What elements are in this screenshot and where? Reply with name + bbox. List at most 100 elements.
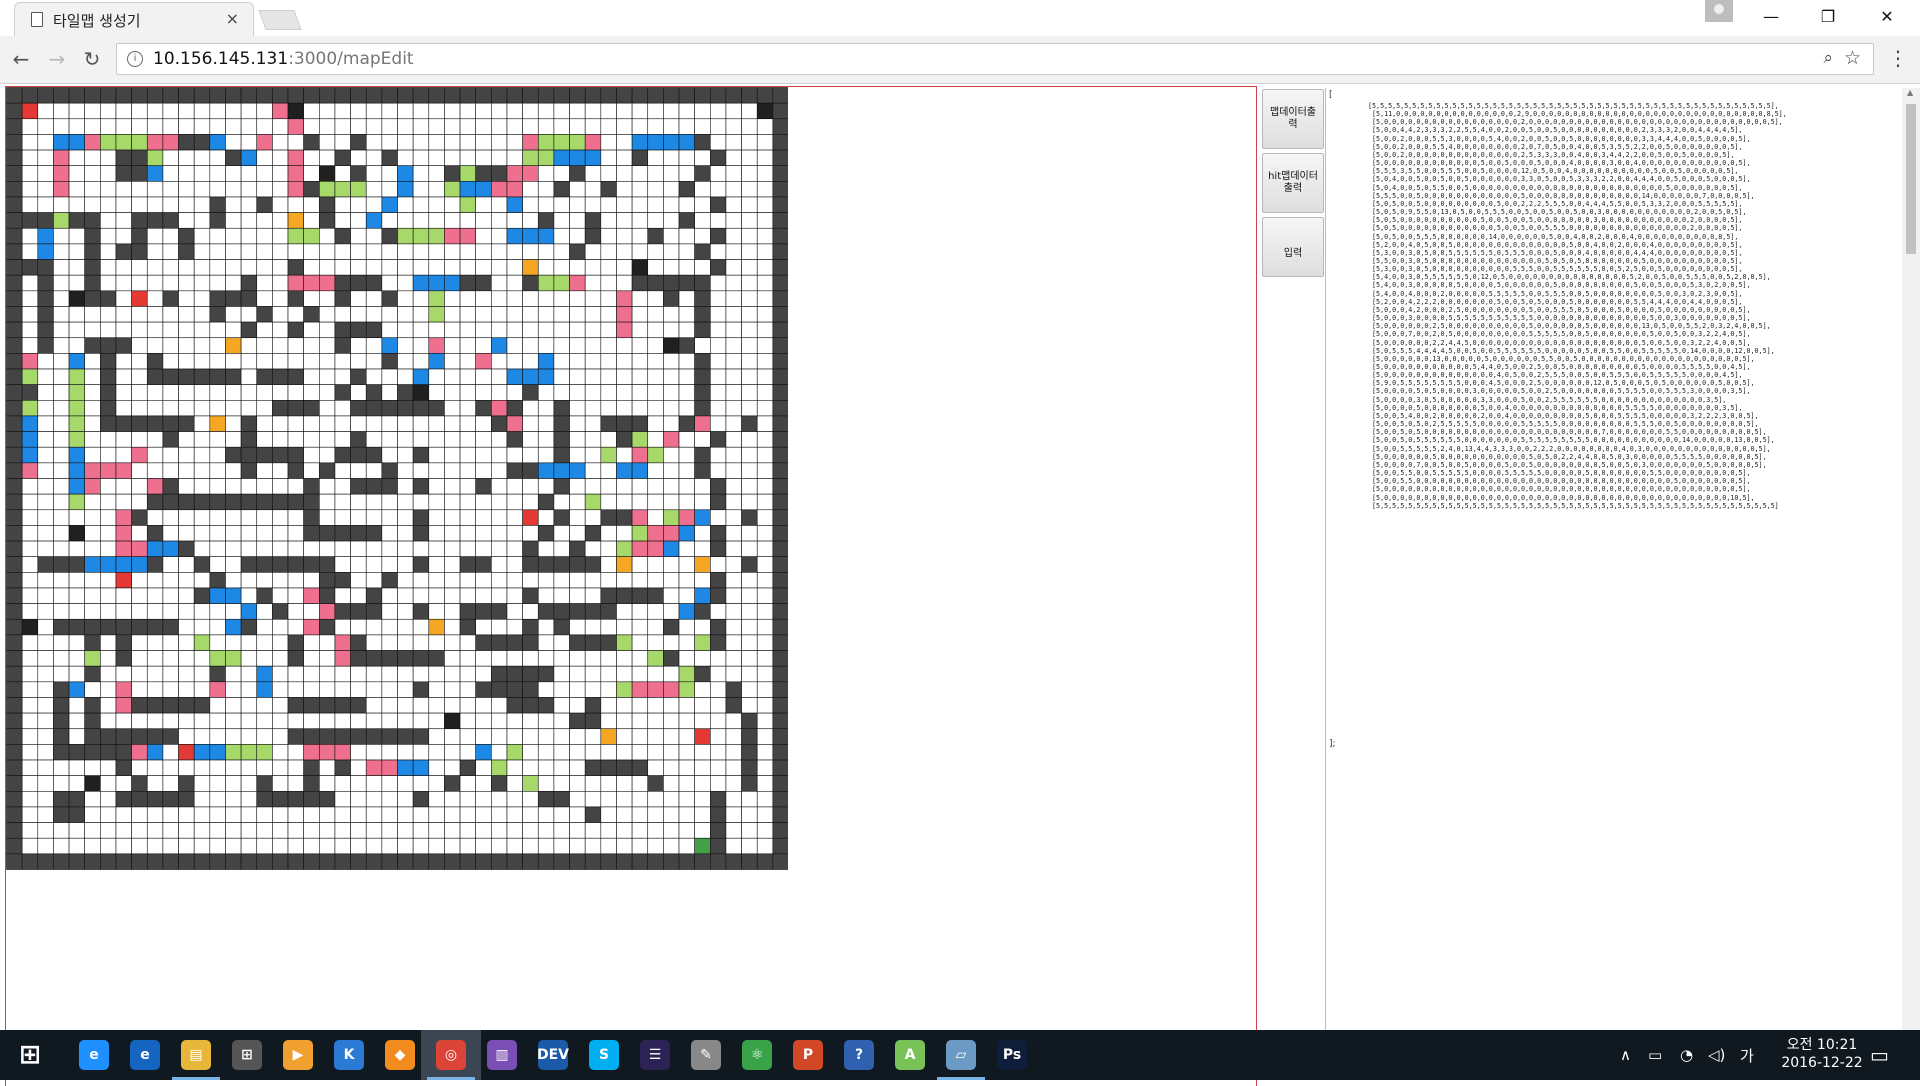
map-tile[interactable] bbox=[365, 525, 383, 542]
map-tile[interactable] bbox=[209, 321, 226, 339]
map-tile[interactable] bbox=[131, 790, 148, 808]
map-tile[interactable] bbox=[350, 806, 367, 823]
map-tile[interactable] bbox=[694, 196, 711, 213]
map-tile[interactable] bbox=[647, 243, 664, 260]
map-tile[interactable] bbox=[318, 259, 336, 276]
map-tile[interactable] bbox=[365, 259, 383, 276]
map-tile[interactable] bbox=[491, 368, 508, 385]
map-tile[interactable] bbox=[459, 603, 476, 620]
map-tile[interactable] bbox=[647, 712, 664, 730]
map-tile[interactable] bbox=[600, 681, 617, 698]
map-tile[interactable] bbox=[193, 618, 211, 636]
map-tile[interactable] bbox=[240, 399, 258, 417]
map-tile[interactable] bbox=[663, 306, 680, 323]
map-tile[interactable] bbox=[600, 446, 617, 464]
map-tile[interactable] bbox=[522, 259, 539, 276]
map-tile[interactable] bbox=[569, 274, 586, 292]
map-tile[interactable] bbox=[365, 415, 383, 432]
map-tile[interactable] bbox=[193, 337, 211, 354]
map-tile[interactable] bbox=[146, 509, 164, 526]
map-tile[interactable] bbox=[725, 134, 742, 151]
map-tile[interactable] bbox=[694, 665, 711, 683]
map-tile[interactable] bbox=[6, 634, 23, 651]
map-tile[interactable] bbox=[647, 462, 664, 479]
map-tile[interactable] bbox=[584, 744, 602, 761]
map-tile[interactable] bbox=[537, 493, 555, 511]
map-tile[interactable] bbox=[37, 134, 54, 151]
map-tile[interactable] bbox=[475, 712, 492, 730]
map-tile[interactable] bbox=[569, 697, 586, 714]
map-tile[interactable] bbox=[569, 853, 586, 870]
map-tile[interactable] bbox=[6, 618, 23, 636]
map-tile[interactable] bbox=[365, 759, 383, 776]
map-tile[interactable] bbox=[412, 431, 430, 448]
map-tile[interactable] bbox=[553, 431, 570, 448]
map-tile[interactable] bbox=[522, 837, 539, 855]
map-tile[interactable] bbox=[584, 306, 602, 323]
map-tile[interactable] bbox=[678, 181, 695, 198]
map-tile[interactable] bbox=[553, 478, 570, 495]
map-tile[interactable] bbox=[287, 118, 304, 135]
map-tile[interactable] bbox=[709, 618, 727, 636]
map-tile[interactable] bbox=[725, 525, 742, 542]
map-tile[interactable] bbox=[334, 697, 351, 714]
map-tile[interactable] bbox=[647, 259, 664, 276]
map-tile[interactable] bbox=[537, 744, 555, 761]
map-tile[interactable] bbox=[616, 321, 633, 339]
map-tile[interactable] bbox=[616, 603, 633, 620]
map-tile[interactable] bbox=[68, 759, 86, 776]
map-tile[interactable] bbox=[21, 587, 39, 604]
map-tile[interactable] bbox=[6, 227, 23, 245]
map-tile[interactable] bbox=[334, 775, 351, 792]
map-tile[interactable] bbox=[334, 243, 351, 260]
map-tile[interactable] bbox=[53, 165, 70, 182]
map-tile[interactable] bbox=[678, 681, 695, 698]
map-tile[interactable] bbox=[506, 290, 523, 307]
map-tile[interactable] bbox=[444, 134, 461, 151]
map-tile[interactable] bbox=[694, 212, 711, 229]
map-tile[interactable] bbox=[725, 744, 742, 761]
map-tile[interactable] bbox=[68, 353, 86, 370]
map-tile[interactable] bbox=[209, 587, 226, 604]
map-tile[interactable] bbox=[318, 572, 336, 589]
map-tile[interactable] bbox=[146, 806, 164, 823]
map-tile[interactable] bbox=[146, 243, 164, 260]
map-tile[interactable] bbox=[381, 837, 398, 855]
map-tile[interactable] bbox=[21, 259, 39, 276]
map-tile[interactable] bbox=[600, 181, 617, 198]
map-tile[interactable] bbox=[68, 650, 86, 667]
map-tile[interactable] bbox=[225, 587, 242, 604]
map-tile[interactable] bbox=[240, 525, 258, 542]
map-tile[interactable] bbox=[553, 759, 570, 776]
map-tile[interactable] bbox=[709, 118, 727, 135]
map-tile[interactable] bbox=[491, 603, 508, 620]
map-tile[interactable] bbox=[397, 321, 414, 339]
map-tile[interactable] bbox=[772, 759, 788, 776]
map-tile[interactable] bbox=[553, 806, 570, 823]
map-tile[interactable] bbox=[256, 556, 273, 573]
map-tile[interactable] bbox=[725, 728, 742, 745]
map-tile[interactable] bbox=[694, 572, 711, 589]
map-tile[interactable] bbox=[584, 134, 602, 151]
map-tile[interactable] bbox=[334, 806, 351, 823]
map-tile[interactable] bbox=[37, 509, 54, 526]
map-tile[interactable] bbox=[647, 540, 664, 557]
map-tile[interactable] bbox=[256, 650, 273, 667]
map-tile[interactable] bbox=[115, 431, 132, 448]
map-tile[interactable] bbox=[381, 618, 398, 636]
map-tile[interactable] bbox=[225, 728, 242, 745]
map-tile[interactable] bbox=[318, 87, 336, 104]
map-tile[interactable] bbox=[37, 493, 54, 511]
map-tile[interactable] bbox=[37, 665, 54, 683]
map-tile[interactable] bbox=[21, 212, 39, 229]
address-bar[interactable]: i 10.156.145.131:3000/mapEdit ⌕ ☆ bbox=[116, 43, 1874, 75]
map-tile[interactable] bbox=[678, 290, 695, 307]
map-tile[interactable] bbox=[53, 697, 70, 714]
map-tile[interactable] bbox=[209, 337, 226, 354]
map-tile[interactable] bbox=[115, 259, 132, 276]
map-tile[interactable] bbox=[600, 415, 617, 432]
map-tile[interactable] bbox=[334, 853, 351, 870]
map-tile[interactable] bbox=[631, 572, 649, 589]
map-tile[interactable] bbox=[100, 775, 117, 792]
map-tile[interactable] bbox=[6, 306, 23, 323]
